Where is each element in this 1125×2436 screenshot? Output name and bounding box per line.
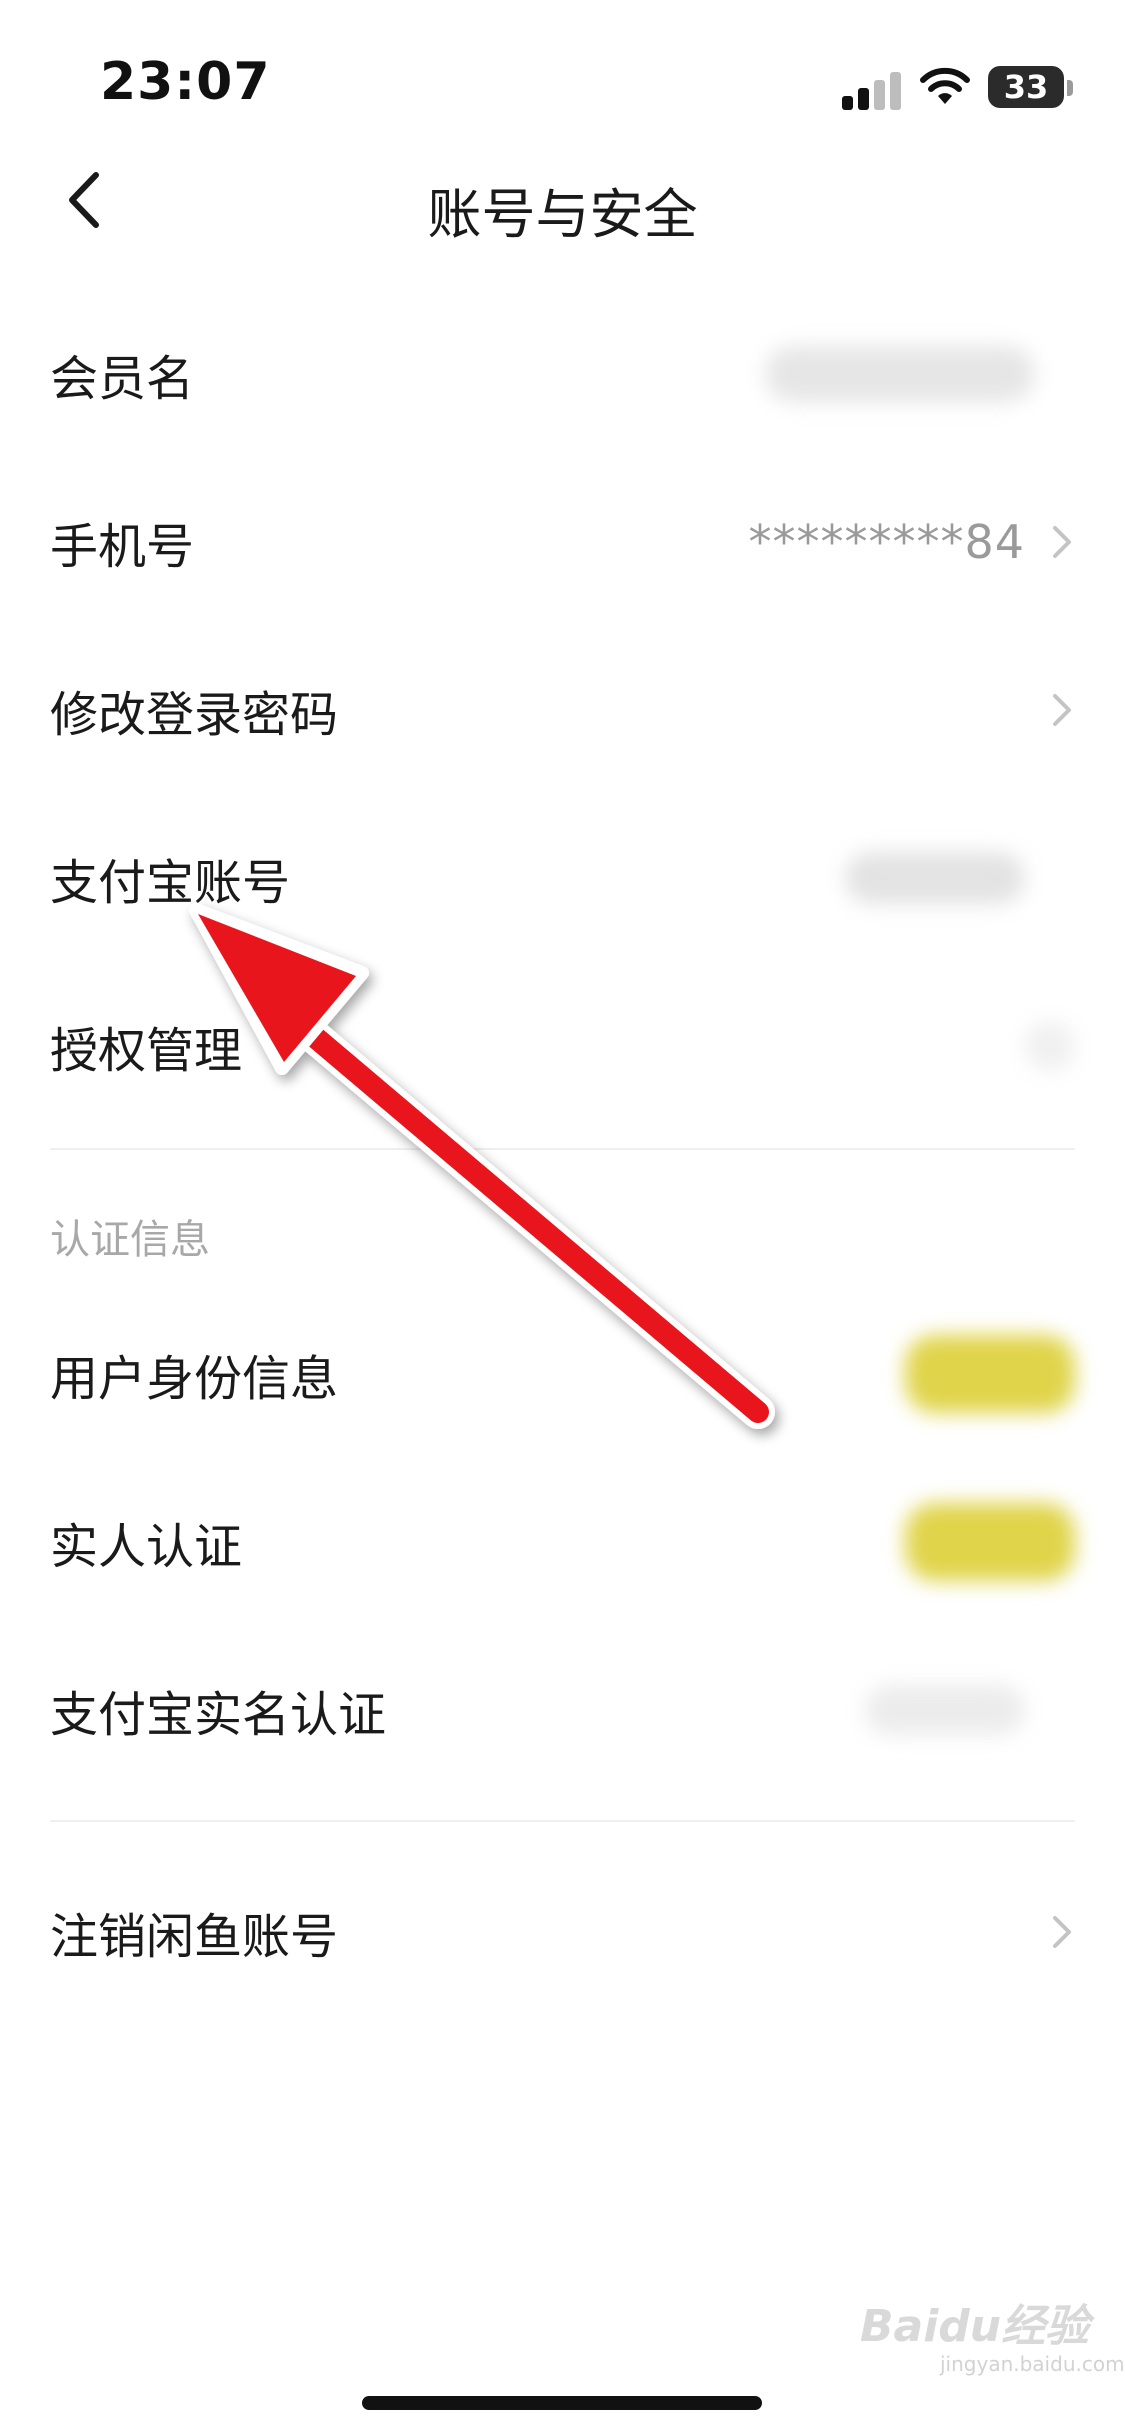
status-bar: 23:07 33 <box>0 0 1125 150</box>
close-account-label: 注销闲鱼账号 <box>50 1909 339 1965</box>
member-name-row[interactable]: 会员名 <box>0 290 1125 458</box>
home-indicator[interactable] <box>362 2396 762 2410</box>
wifi-icon <box>920 67 970 104</box>
identity-info-label: 用户身份信息 <box>50 1351 339 1407</box>
alipay-realname-value-blurred <box>865 1685 1025 1735</box>
signal-icon <box>842 70 902 110</box>
watermark-logo: Baidu经验 <box>860 2301 1090 2352</box>
phone-value: *********84 <box>748 515 1025 569</box>
chevron-right-icon <box>1053 694 1071 726</box>
nav-bar: 账号与安全 <box>0 150 1125 250</box>
battery-cap <box>1067 80 1073 96</box>
authorization-row[interactable]: 授权管理 <box>0 962 1125 1130</box>
change-password-label: 修改登录密码 <box>50 687 339 743</box>
watermark-url: jingyan.baidu.com <box>940 2352 1125 2376</box>
section-title-verification: 认证信息 <box>50 1217 210 1263</box>
battery-icon: 33 <box>988 66 1064 108</box>
member-name-label: 会员名 <box>50 351 195 407</box>
real-person-label: 实人认证 <box>50 1519 243 1575</box>
alipay-account-value-blurred <box>845 852 1025 904</box>
alipay-account-label: 支付宝账号 <box>50 855 291 911</box>
divider <box>50 1820 1075 1822</box>
authorization-value-blurred <box>1025 1021 1075 1071</box>
member-name-value-blurred <box>765 346 1035 402</box>
change-password-row[interactable]: 修改登录密码 <box>0 626 1125 794</box>
alipay-account-row[interactable]: 支付宝账号 <box>0 794 1125 962</box>
real-person-row[interactable]: 实人认证 <box>0 1458 1125 1626</box>
real-person-status-badge-blurred <box>905 1503 1075 1581</box>
alipay-realname-label: 支付宝实名认证 <box>50 1687 387 1743</box>
chevron-right-icon <box>1053 1916 1071 1948</box>
status-time: 23:07 <box>100 52 271 112</box>
identity-info-row[interactable]: 用户身份信息 <box>0 1290 1125 1458</box>
identity-status-badge-blurred <box>905 1335 1075 1413</box>
divider <box>50 1148 1075 1150</box>
alipay-realname-row[interactable]: 支付宝实名认证 <box>0 1626 1125 1794</box>
chevron-right-icon <box>1053 526 1071 558</box>
phone-row[interactable]: 手机号 *********84 <box>0 458 1125 626</box>
phone-label: 手机号 <box>50 519 195 575</box>
close-account-row[interactable]: 注销闲鱼账号 <box>0 1848 1125 2016</box>
authorization-label: 授权管理 <box>50 1023 243 1079</box>
page-title: 账号与安全 <box>427 183 698 246</box>
